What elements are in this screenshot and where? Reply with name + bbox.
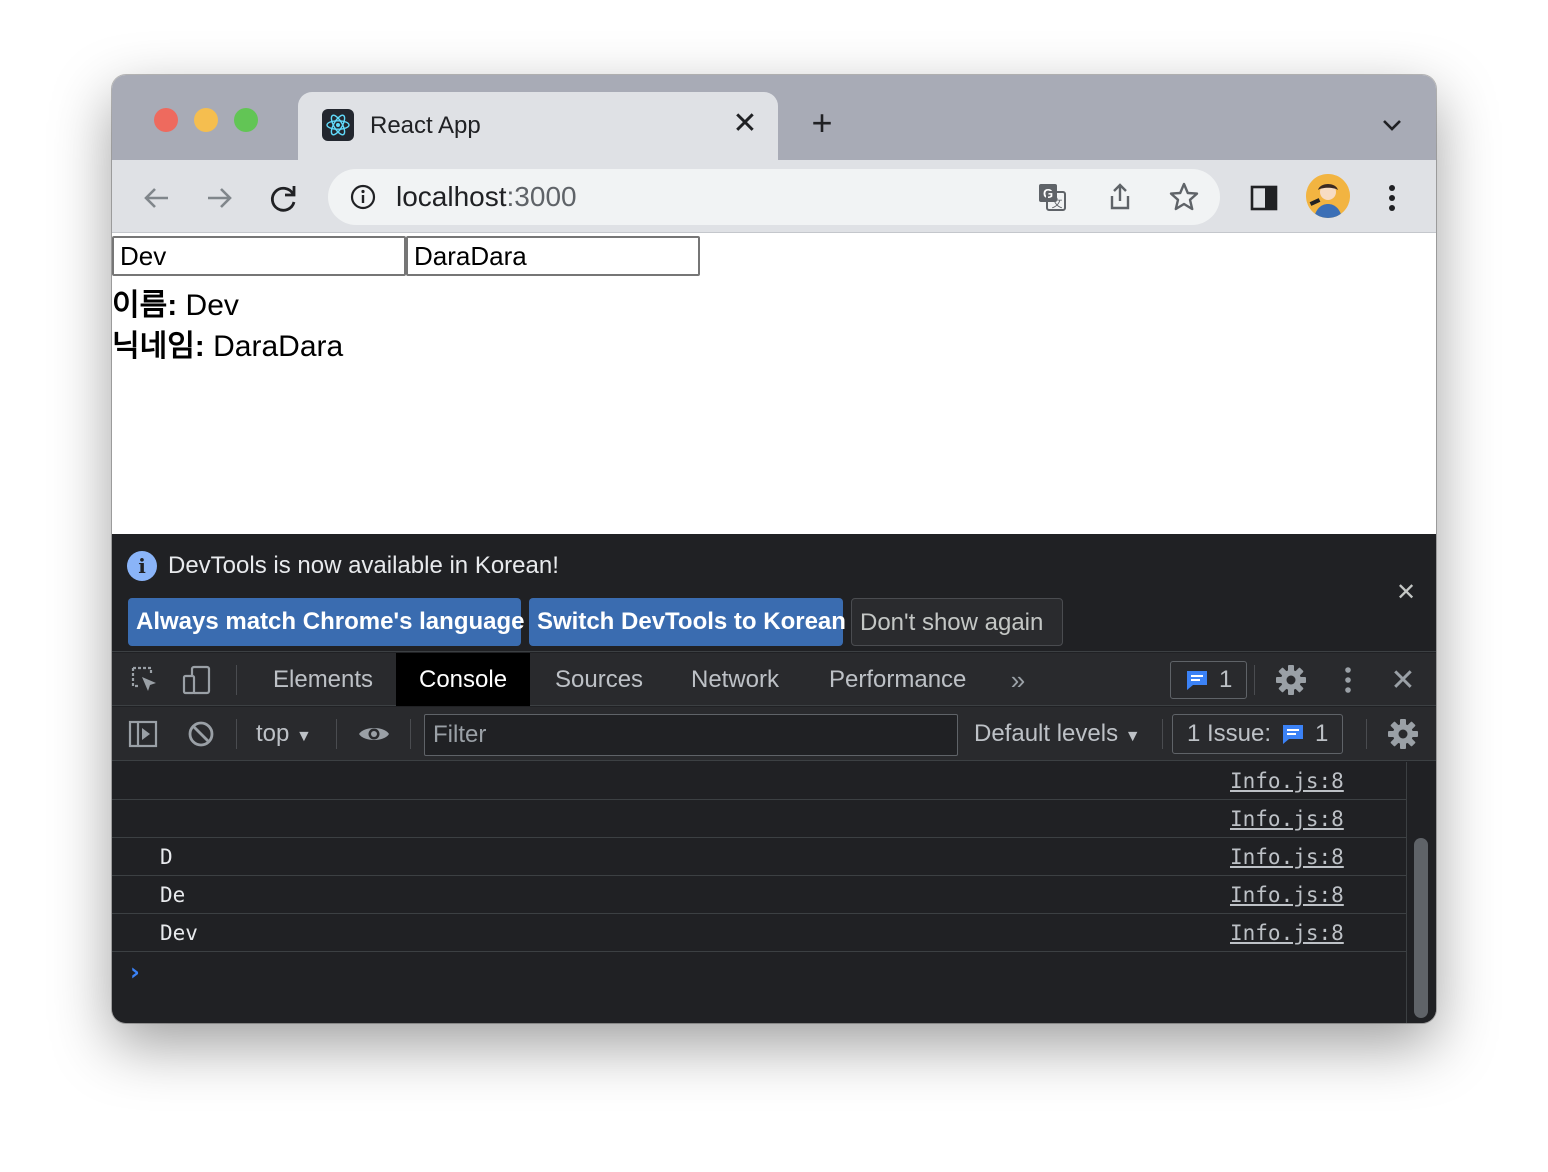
tab-sources[interactable]: Sources bbox=[532, 653, 666, 706]
console-prompt-chevron-icon[interactable]: › bbox=[130, 958, 140, 986]
issues-badge-count: 1 bbox=[1219, 666, 1233, 693]
show-sidebar-icon[interactable] bbox=[126, 717, 160, 751]
name-input[interactable] bbox=[112, 236, 406, 276]
console-message: Dev bbox=[160, 921, 198, 945]
site-info-icon[interactable] bbox=[350, 184, 376, 210]
tab-elements[interactable]: Elements bbox=[250, 653, 396, 706]
language-infobar: i DevTools is now available in Korean! A… bbox=[112, 534, 1436, 652]
separator bbox=[1254, 665, 1255, 695]
console-output: Info.js:8 Info.js:8 D Info.js:8 De Info.… bbox=[112, 762, 1436, 1023]
separator bbox=[236, 719, 237, 749]
maximize-window-button[interactable] bbox=[234, 108, 258, 132]
tab-console[interactable]: Console bbox=[396, 653, 531, 706]
console-filter-input[interactable]: Filter bbox=[424, 714, 958, 756]
browser-tab[interactable]: React App ✕ bbox=[298, 92, 778, 160]
close-devtools-icon[interactable]: ✕ bbox=[1388, 663, 1418, 697]
context-selector[interactable]: top ▼ bbox=[256, 720, 312, 748]
issue-message-icon bbox=[1187, 671, 1207, 690]
live-expression-eye-icon[interactable] bbox=[356, 717, 392, 751]
nickname-display: 닉네임: DaraDara bbox=[112, 330, 344, 363]
devtools-panel: i DevTools is now available in Korean! A… bbox=[112, 534, 1436, 1023]
issues-badge[interactable]: 1 bbox=[1170, 661, 1248, 699]
tab-title: React App bbox=[370, 112, 481, 139]
close-infobar-icon[interactable]: ✕ bbox=[1396, 578, 1416, 607]
reload-icon[interactable] bbox=[264, 178, 304, 218]
separator bbox=[1162, 719, 1163, 749]
side-panel-icon[interactable] bbox=[1244, 178, 1284, 218]
close-tab-icon[interactable]: ✕ bbox=[730, 106, 760, 142]
console-message: De bbox=[160, 883, 186, 907]
console-toolbar: top ▼ Filter Default levels ▼ 1 Issue: 1 bbox=[112, 707, 1436, 761]
console-source-link[interactable]: Info.js:8 bbox=[1230, 807, 1344, 831]
tab-strip: React App ✕ + bbox=[112, 75, 1436, 160]
tab-performance[interactable]: Performance bbox=[806, 653, 989, 706]
more-tabs-chevron-icon[interactable]: » bbox=[1002, 665, 1034, 695]
share-icon[interactable] bbox=[1104, 181, 1136, 213]
console-row: De Info.js:8 bbox=[112, 876, 1406, 914]
separator bbox=[336, 719, 337, 749]
profile-avatar[interactable] bbox=[1306, 174, 1350, 218]
close-window-button[interactable] bbox=[154, 108, 178, 132]
info-icon: i bbox=[127, 551, 157, 581]
forward-arrow-icon[interactable] bbox=[200, 178, 240, 218]
page-content: 이름: Dev 닉네임: DaraDara bbox=[112, 234, 1436, 534]
tab-search-chevron-icon[interactable] bbox=[1378, 113, 1406, 137]
console-scrollbar-thumb[interactable] bbox=[1414, 838, 1428, 1018]
svg-text:文: 文 bbox=[1052, 196, 1063, 210]
nickname-input[interactable] bbox=[406, 236, 700, 276]
devtools-tab-bar: Elements Console Sources Network Perform… bbox=[112, 653, 1436, 706]
browser-window: React App ✕ + localhost:3000 G文 Dev Dara… bbox=[112, 75, 1436, 1023]
clear-console-icon[interactable] bbox=[184, 717, 218, 751]
console-row: Info.js:8 bbox=[112, 762, 1406, 800]
url-text: localhost:3000 bbox=[396, 181, 577, 212]
react-logo-icon bbox=[322, 109, 354, 141]
separator bbox=[410, 719, 411, 749]
inspect-element-icon[interactable] bbox=[128, 664, 162, 696]
tab-network[interactable]: Network bbox=[668, 653, 802, 706]
switch-korean-button[interactable]: Switch DevTools to Korean bbox=[529, 598, 846, 646]
console-source-link[interactable]: Info.js:8 bbox=[1230, 883, 1344, 907]
browser-menu-icon[interactable] bbox=[1372, 178, 1412, 218]
console-source-link[interactable]: Info.js:8 bbox=[1230, 845, 1344, 869]
separator bbox=[236, 665, 237, 695]
address-bar[interactable]: localhost:3000 G文 bbox=[328, 169, 1220, 225]
console-issues-button[interactable]: 1 Issue: 1 bbox=[1172, 714, 1344, 754]
console-row: D Info.js:8 bbox=[112, 838, 1406, 876]
console-row: Dev Info.js:8 bbox=[112, 914, 1406, 952]
translate-icon[interactable]: G文 bbox=[1036, 181, 1068, 213]
console-source-link[interactable]: Info.js:8 bbox=[1230, 921, 1344, 945]
settings-gear-icon[interactable] bbox=[1274, 663, 1308, 697]
device-toolbar-icon[interactable] bbox=[180, 664, 214, 696]
dont-show-again-button[interactable]: Don't show again bbox=[851, 598, 1063, 646]
separator bbox=[1366, 719, 1367, 749]
issue-message-icon bbox=[1283, 725, 1304, 744]
name-display: 이름: Dev bbox=[112, 289, 239, 322]
browser-toolbar: localhost:3000 G文 bbox=[112, 160, 1436, 233]
console-row: Info.js:8 bbox=[112, 800, 1406, 838]
console-message: D bbox=[160, 845, 173, 869]
devtools-menu-icon[interactable] bbox=[1338, 663, 1358, 697]
new-tab-button[interactable]: + bbox=[804, 105, 840, 141]
infobar-message: DevTools is now available in Korean! bbox=[168, 552, 559, 579]
back-arrow-icon[interactable] bbox=[136, 178, 176, 218]
match-language-button[interactable]: Always match Chrome's language bbox=[128, 598, 525, 646]
minimize-window-button[interactable] bbox=[194, 108, 218, 132]
console-source-link[interactable]: Info.js:8 bbox=[1230, 769, 1344, 793]
bookmark-star-icon[interactable] bbox=[1168, 181, 1200, 213]
console-settings-gear-icon[interactable] bbox=[1386, 717, 1420, 751]
log-levels-dropdown[interactable]: Default levels ▼ bbox=[974, 720, 1141, 748]
